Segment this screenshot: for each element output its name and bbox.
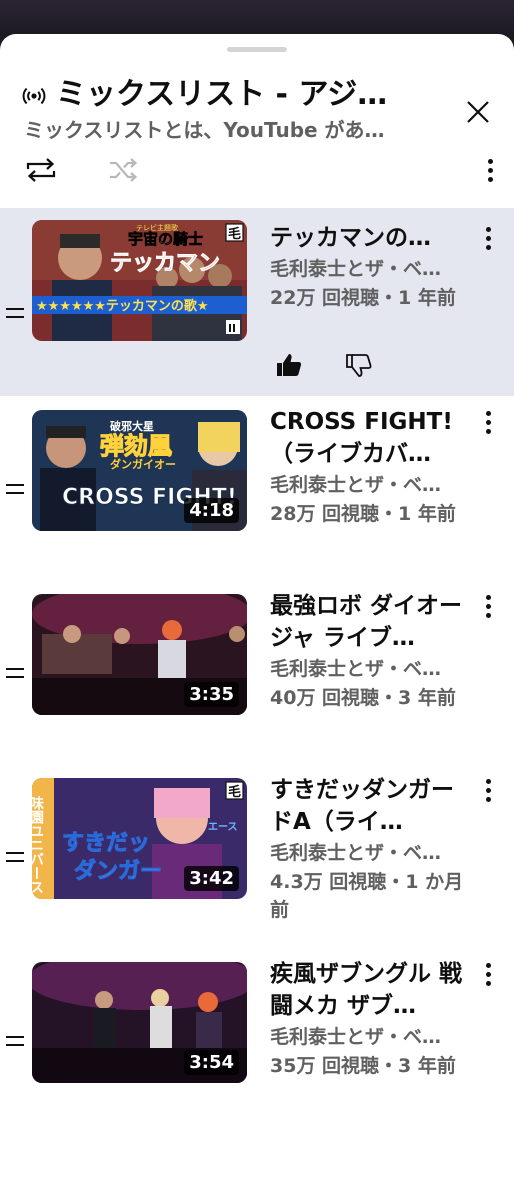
video-duration: 3:54 <box>184 1050 239 1075</box>
thumbnail-art: ★★★★★★テッカマンの歌★ テレビ主題歌 宇宙の騎士 テッカマン 毛 <box>32 220 247 341</box>
video-duration: 3:35 <box>184 682 239 707</box>
more-dot <box>485 980 491 986</box>
channel-name[interactable]: 毛利泰士とザ・ベ… <box>270 254 470 284</box>
video-info: すきだッダンガードA（ライ… 毛利泰士とザ・ベ… 4.3万 回視聴・1 か月前 <box>270 774 470 924</box>
thumb-series-text: 宇宙の騎士 <box>128 230 203 248</box>
video-title[interactable]: すきだッダンガードA（ライ… <box>270 774 470 838</box>
playlist-header: ミックスリスト - アジ… ミックスリストとは、YouTube があ… <box>0 52 514 142</box>
thumb-subtitle-text: ダンガー <box>74 858 162 884</box>
playlist-item[interactable]: 味園ユニバース すきだッ ダンガー エース 毛 3:42 すきだッダンガードA（… <box>0 764 514 948</box>
live-radio-icon <box>22 87 46 105</box>
playlist-item[interactable]: 破邪大星 弾劾凰 ダンガイオー CROSS FIGHT! 4:18 CROSS … <box>0 396 514 580</box>
video-title[interactable]: テッカマンの… <box>270 222 470 254</box>
playlist-more-button[interactable] <box>478 154 502 186</box>
video-title[interactable]: CROSS FIGHT!（ライブカバ… <box>270 406 470 470</box>
drag-reorder-icon[interactable] <box>6 668 26 680</box>
close-icon <box>467 101 489 123</box>
more-dot <box>485 419 491 425</box>
playlist-title: ミックスリスト - アジ… <box>56 77 388 112</box>
thumbs-up-icon[interactable] <box>274 350 304 380</box>
video-info: テッカマンの… 毛利泰士とザ・ベ… 22万 回視聴・1 年前 <box>270 222 470 312</box>
more-dot <box>485 971 491 977</box>
video-info: CROSS FIGHT!（ライブカバ… 毛利泰士とザ・ベ… 28万 回視聴・1 … <box>270 406 470 528</box>
channel-name[interactable]: 毛利泰士とザ・ベ… <box>270 654 470 684</box>
thumb-title-text: テッカマン <box>110 251 220 276</box>
more-dot <box>485 428 491 434</box>
more-dot <box>485 235 491 241</box>
video-duration: 3:42 <box>184 866 239 891</box>
playlist-item[interactable]: 3:35 最強ロボ ダイオージャ ライブ… 毛利泰士とザ・ベ… 40万 回視聴・… <box>0 580 514 764</box>
shuffle-button[interactable] <box>99 146 147 194</box>
thumb-title-text: 弾劾凰 <box>100 432 172 460</box>
drag-reorder-icon[interactable] <box>6 484 26 496</box>
thumb-series-text: 破邪大星 <box>110 419 154 433</box>
video-duration: 4:18 <box>184 498 239 523</box>
video-meta: 22万 回視聴・1 年前 <box>270 287 456 309</box>
drag-reorder-icon[interactable] <box>6 852 26 864</box>
more-dot <box>485 612 491 618</box>
loop-button[interactable] <box>17 146 65 194</box>
video-more-button[interactable] <box>476 406 500 438</box>
video-thumbnail[interactable]: 味園ユニバース すきだッ ダンガー エース 毛 3:42 <box>32 778 247 899</box>
video-more-button[interactable] <box>476 774 500 806</box>
more-dot <box>487 167 493 173</box>
shuffle-icon <box>110 158 138 182</box>
more-vert-icon <box>485 962 491 968</box>
video-info: 疾風ザブングル 戦闘メカ ザブ… 毛利泰士とザ・ベ… 35万 回視聴・3 年前 <box>270 958 470 1080</box>
playlist-controls <box>0 146 514 194</box>
video-more-button[interactable] <box>476 590 500 622</box>
close-button[interactable] <box>460 94 496 130</box>
thumb-title-text: すきだッ <box>62 831 150 856</box>
drag-reorder-icon[interactable] <box>6 308 26 320</box>
video-info: 最強ロボ ダイオージャ ライブ… 毛利泰士とザ・ベ… 40万 回視聴・3 年前 <box>270 590 470 712</box>
thumb-ace-text: エース <box>208 821 238 833</box>
thumb-channel-badge: 毛 <box>228 226 241 242</box>
video-title[interactable]: 最強ロボ ダイオージャ ライブ… <box>270 590 470 654</box>
playlist-subtitle[interactable]: ミックスリストとは、YouTube があ… <box>24 116 424 144</box>
thumbs-down-icon[interactable] <box>344 350 374 380</box>
video-title[interactable]: 疾風ザブングル 戦闘メカ ザブ… <box>270 958 470 1022</box>
channel-name[interactable]: 毛利泰士とザ・ベ… <box>270 1022 470 1052</box>
more-vert-icon <box>485 594 491 600</box>
video-meta: 28万 回視聴・1 年前 <box>270 503 456 525</box>
video-thumbnail[interactable]: 3:54 <box>32 962 247 1083</box>
thumb-banner-text: ★★★★★★テッカマンの歌★ <box>36 298 209 314</box>
more-vert-icon <box>485 410 491 416</box>
channel-name[interactable]: 毛利泰士とザ・ベ… <box>270 470 470 500</box>
channel-name[interactable]: 毛利泰士とザ・ベ… <box>270 838 470 868</box>
thumb-subtitle-text: ダンガイオー <box>110 457 176 471</box>
video-meta: 40万 回視聴・3 年前 <box>270 687 456 709</box>
video-meta: 4.3万 回視聴・1 か月前 <box>270 871 464 921</box>
thumb-channel-badge: 毛 <box>228 784 241 800</box>
thumb-venue-text: 味園ユニバース <box>32 796 44 894</box>
mix-playlist-panel: ミックスリスト - アジ… ミックスリストとは、YouTube があ… ★★★★… <box>0 34 514 1199</box>
more-dot <box>487 176 493 182</box>
video-thumbnail[interactable]: ★★★★★★テッカマンの歌★ テレビ主題歌 宇宙の騎士 テッカマン 毛 <box>32 220 247 341</box>
video-meta: 35万 回視聴・3 年前 <box>270 1055 456 1077</box>
playlist-items: ★★★★★★テッカマンの歌★ テレビ主題歌 宇宙の騎士 テッカマン 毛 テッカマ… <box>0 208 514 1132</box>
video-thumbnail[interactable]: 破邪大星 弾劾凰 ダンガイオー CROSS FIGHT! 4:18 <box>32 410 247 531</box>
more-dot <box>485 796 491 802</box>
more-vert-icon <box>485 226 491 232</box>
more-vert-icon <box>487 158 493 164</box>
video-more-button[interactable] <box>476 222 500 254</box>
more-dot <box>485 603 491 609</box>
loop-icon <box>26 158 56 182</box>
more-dot <box>485 787 491 793</box>
drag-reorder-icon[interactable] <box>6 1036 26 1048</box>
playlist-item[interactable]: 3:54 疾風ザブングル 戦闘メカ ザブ… 毛利泰士とザ・ベ… 35万 回視聴・… <box>0 948 514 1132</box>
more-dot <box>485 244 491 250</box>
playlist-item-current[interactable]: ★★★★★★テッカマンの歌★ テレビ主題歌 宇宙の騎士 テッカマン 毛 テッカマ… <box>0 208 514 396</box>
video-more-button[interactable] <box>476 958 500 990</box>
video-thumbnail[interactable]: 3:35 <box>32 594 247 715</box>
more-vert-icon <box>485 778 491 784</box>
